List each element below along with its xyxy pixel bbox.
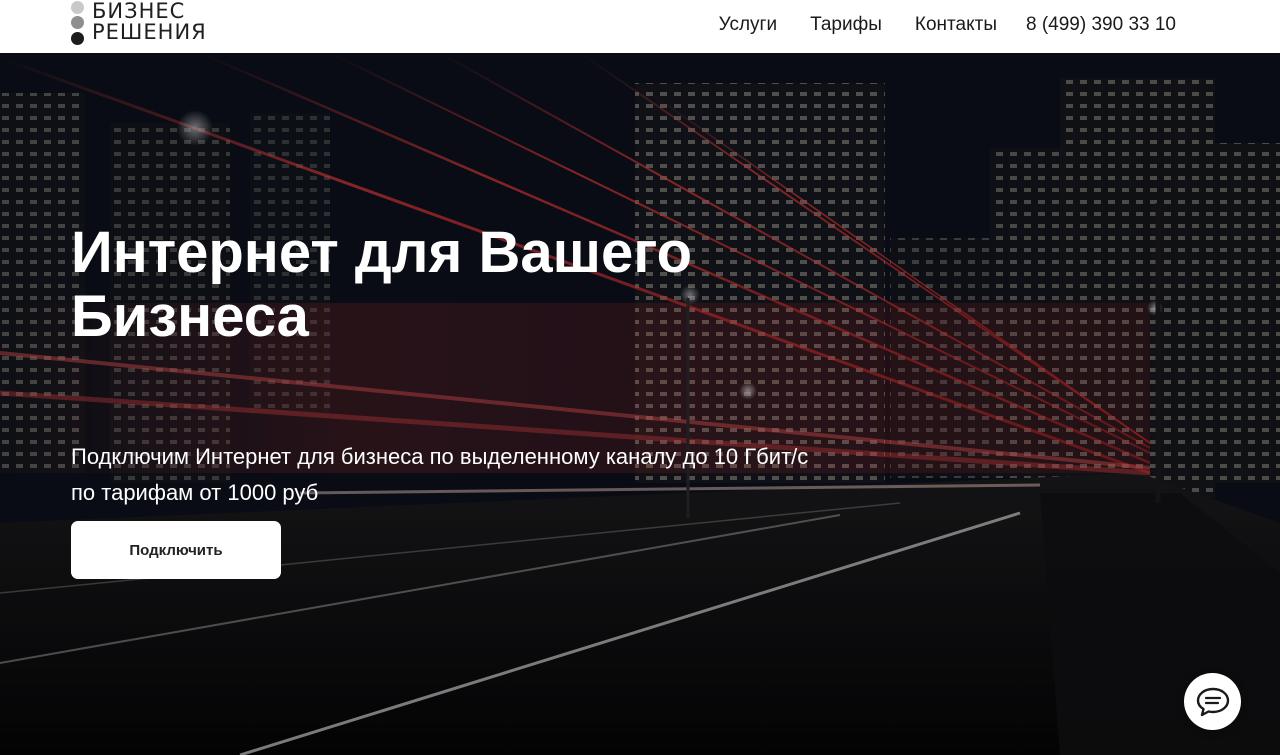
nav-link-tariffs[interactable]: Тарифы [810,14,882,36]
hero-background-image [0,53,1280,755]
logo-line-2: РЕШЕНИЯ [92,20,207,44]
logo-line-1: БИЗНЕС [92,0,186,23]
connect-button[interactable]: Подключить [71,521,281,579]
nav-link-services[interactable]: Услуги [719,14,777,36]
phone-link[interactable]: 8 (499) 390 33 10 [1026,14,1176,36]
main-nav: Услуги Тарифы Контакты 8 (499) 390 33 10 [719,0,1176,50]
hero-subtitle: Подключим Интернет для бизнеса по выделе… [71,444,809,505]
logo-text: БИЗНЕС РЕШЕНИЯ [92,1,207,43]
site-header: БИЗНЕС РЕШЕНИЯ Услуги Тарифы Контакты 8 … [0,0,1280,53]
hero-section: Интернет для Вашего Бизнеса Подключим Ин… [0,53,1280,755]
chat-bubble-icon [1196,687,1229,716]
chat-button[interactable] [1184,673,1241,730]
logo[interactable]: БИЗНЕС РЕШЕНИЯ [71,0,221,53]
nav-link-contacts[interactable]: Контакты [915,14,997,36]
logo-dots-icon [71,0,85,48]
hero-title: Интернет для Вашего Бизнеса [71,220,693,349]
